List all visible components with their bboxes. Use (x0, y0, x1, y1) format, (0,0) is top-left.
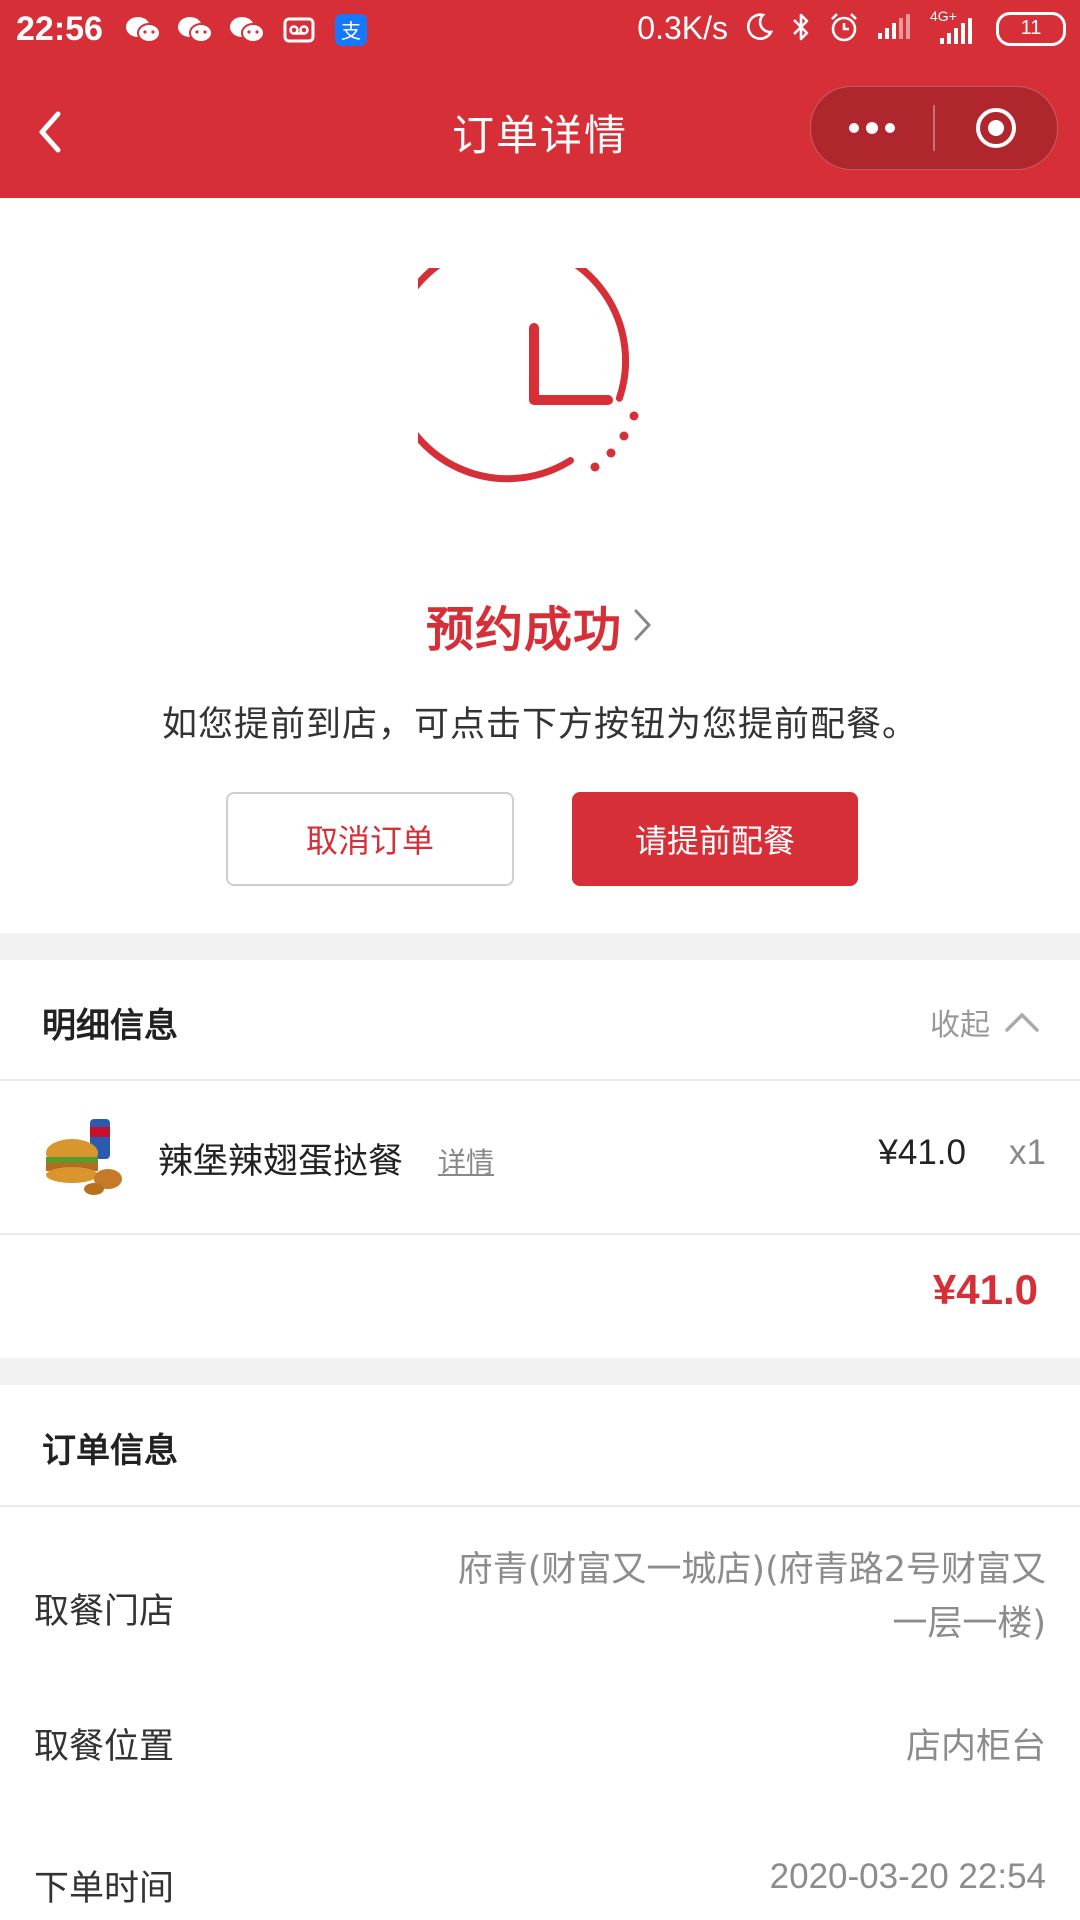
store-value-line: 一层一楼) (892, 1604, 1046, 1644)
order-info-title: 订单信息 (42, 1431, 178, 1471)
store-value-line: 府青(财富又一城店)(府青路2号财富又 (457, 1550, 1046, 1590)
item-quantity: x1 (1009, 1133, 1046, 1172)
meal-thumbnail (46, 1119, 122, 1195)
order-status-section: 预约成功 如您提前到店，可点击下方按钮为您提前配餐。 取消订单 请提前配餐 (0, 198, 1080, 933)
cancel-order-button[interactable]: 取消订单 (226, 792, 514, 886)
chevron-right-icon (634, 609, 652, 641)
more-icon (849, 122, 895, 134)
details-title: 明细信息 (42, 1006, 178, 1046)
battery-level: 11 (1020, 17, 1042, 39)
status-time: 22:56 (16, 10, 103, 48)
wechat-icon (174, 10, 216, 50)
notification-icons: 支 (122, 10, 372, 50)
signal-icon (876, 13, 914, 45)
prepare-early-button[interactable]: 请提前配餐 (572, 792, 858, 886)
order-info-section: 订单信息 取餐门店 府青(财富又一城店)(府青路2号财富又 一层一楼) 取餐位置… (0, 1385, 1080, 1920)
section-divider (0, 933, 1080, 960)
nav-bar: 订单详情 (0, 66, 1080, 198)
item-name: 辣堡辣翅蛋挞餐 (158, 1142, 404, 1182)
order-time-label: 下单时间 (34, 1869, 175, 1909)
status-title: 预约成功 (425, 602, 622, 658)
miniapp-capsule (810, 86, 1058, 170)
close-miniapp-button[interactable] (935, 87, 1057, 169)
status-hint: 如您提前到店，可点击下方按钮为您提前配餐。 (161, 705, 918, 745)
order-time-value: 2020-03-20 22:54 (769, 1857, 1046, 1896)
close-miniapp-icon (976, 108, 1016, 148)
alipay-icon: 支 (330, 10, 372, 50)
order-item-row: 辣堡辣翅蛋挞餐 详情 ¥41.0 x1 (0, 1081, 1080, 1235)
signal-4g-icon: 4G+ (930, 8, 980, 46)
voicemail-icon (278, 10, 320, 50)
store-label: 取餐门店 (34, 1592, 175, 1632)
status-bar: 22:56 支 0.3K/s 4G+ 11 (0, 0, 1080, 66)
moon-icon (744, 12, 774, 46)
details-section: 明细信息 收起 辣堡辣翅蛋挞餐 详情 ¥41.0 x1 ¥41.0 (0, 960, 1080, 1358)
details-header: 明细信息 收起 (0, 960, 1080, 1081)
battery-icon: 11 (996, 11, 1066, 46)
status-right: 0.3K/s 4G+ 11 (637, 8, 1066, 47)
section-divider (0, 1358, 1080, 1385)
bluetooth-icon (790, 11, 812, 47)
status-link[interactable]: 预约成功 (0, 590, 1080, 660)
clock-icon (418, 268, 639, 483)
more-button[interactable] (811, 87, 933, 169)
svg-text:支: 支 (341, 19, 361, 43)
chevron-up-icon (1005, 1012, 1039, 1032)
pickup-location-label: 取餐位置 (34, 1727, 175, 1767)
wechat-icon (226, 10, 268, 50)
network-speed: 0.3K/s (637, 10, 728, 46)
pickup-location-value: 店内柜台 (905, 1727, 1046, 1767)
item-detail-link[interactable]: 详情 (438, 1141, 494, 1181)
collapse-toggle[interactable]: 收起 (930, 1000, 1040, 1044)
collapse-label: 收起 (930, 1008, 990, 1043)
item-price: ¥41.0 (878, 1133, 966, 1172)
alarm-icon (828, 11, 860, 47)
order-info-header: 订单信息 (0, 1385, 1080, 1507)
store-value: 府青(财富又一城店)(府青路2号财富又 一层一楼) (458, 1543, 1046, 1651)
order-total: ¥41.0 (932, 1266, 1038, 1313)
wechat-icon (122, 10, 164, 50)
